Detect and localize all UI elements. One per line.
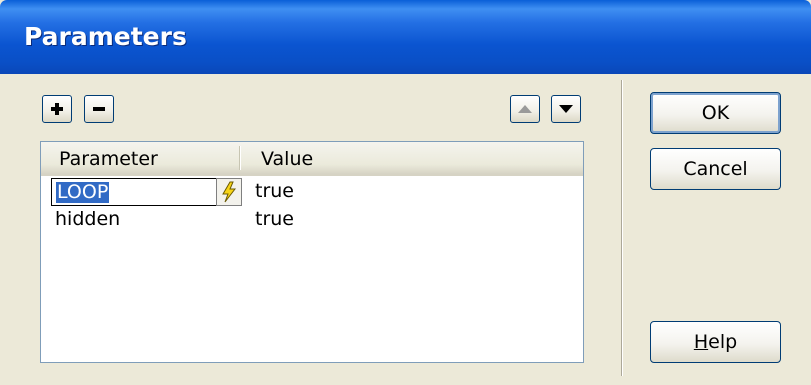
window-title: Parameters xyxy=(24,22,187,51)
dynamic-data-button[interactable] xyxy=(216,178,242,206)
remove-parameter-button[interactable] xyxy=(84,95,114,123)
cancel-button[interactable]: Cancel xyxy=(650,148,781,190)
column-divider[interactable] xyxy=(239,146,241,170)
minus-icon xyxy=(93,107,105,111)
help-button[interactable]: Help xyxy=(650,321,781,363)
plus-icon xyxy=(51,103,63,115)
help-mnemonic: H xyxy=(693,331,709,353)
column-header-value[interactable]: Value xyxy=(261,148,313,170)
column-header-parameter[interactable]: Parameter xyxy=(59,148,158,170)
triangle-up-icon xyxy=(518,105,532,113)
list-header: Parameter Value xyxy=(41,142,583,176)
parameter-name-edit[interactable]: LOOP xyxy=(51,178,241,206)
vertical-separator xyxy=(621,80,623,376)
add-parameter-button[interactable] xyxy=(42,95,72,123)
row-1-value[interactable]: true xyxy=(255,180,294,202)
ok-button[interactable]: OK xyxy=(650,92,781,134)
help-label-rest: elp xyxy=(708,331,738,353)
lightning-bolt-icon xyxy=(222,181,237,203)
title-bar[interactable]: Parameters xyxy=(0,0,811,74)
parameters-list[interactable]: Parameter Value LOOP true hidden true xyxy=(40,141,584,363)
move-up-button[interactable] xyxy=(510,95,540,123)
selected-parameter-text[interactable]: LOOP xyxy=(56,182,110,203)
triangle-down-icon xyxy=(559,105,573,113)
row-2-parameter[interactable]: hidden xyxy=(55,208,120,230)
move-down-button[interactable] xyxy=(551,95,581,123)
row-2-value[interactable]: true xyxy=(255,208,294,230)
